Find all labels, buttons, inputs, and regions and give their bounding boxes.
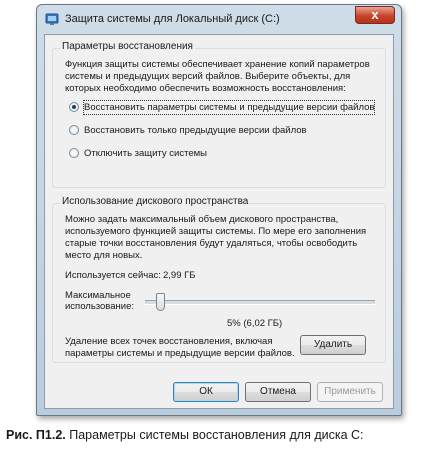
current-usage-label: Используется сейчас: <box>65 270 161 281</box>
restore-description-line: системы и предыдущих версий файлов. Выбе… <box>65 71 351 82</box>
disk-description-line: используемого функцией защиты системы. П… <box>65 226 367 237</box>
radio-label: Восстановить только предыдущие версии фа… <box>84 125 307 136</box>
max-usage-value: 5% (6,02 ГБ) <box>227 318 283 329</box>
delete-button[interactable]: Удалить <box>300 335 366 355</box>
apply-button[interactable]: Применить <box>317 382 383 402</box>
restore-description-line: Функция защиты системы обеспечивает хран… <box>65 59 370 70</box>
radio-button[interactable] <box>69 148 79 158</box>
restore-settings-group: Параметры восстановления Функция защиты … <box>52 41 386 188</box>
cancel-button[interactable]: Отмена <box>245 382 311 402</box>
system-protection-icon <box>45 13 59 25</box>
ok-button[interactable]: ОК <box>173 382 239 402</box>
restore-group-label: Параметры восстановления <box>60 41 195 52</box>
apply-button-label: Применить <box>324 386 376 397</box>
current-usage-value: 2,99 ГБ <box>163 270 196 281</box>
disk-group-label: Использование дискового пространства <box>60 196 251 207</box>
radio-restore-files-only[interactable]: Восстановить только предыдущие версии фа… <box>69 124 369 138</box>
disk-description-line: место для новых. <box>65 250 143 261</box>
figure-caption-number: Рис. П1.2. <box>6 428 66 442</box>
title-bar[interactable]: Защита системы для Локальный диск (C:) x <box>37 5 401 33</box>
slider-track[interactable] <box>145 300 375 305</box>
system-protection-dialog: Защита системы для Локальный диск (C:) x… <box>36 4 402 416</box>
delete-button-label: Удалить <box>313 339 353 350</box>
max-usage-slider[interactable] <box>145 292 375 312</box>
max-usage-label: использование: <box>65 301 135 312</box>
figure-caption-text: Параметры системы восстановления для дис… <box>65 428 364 442</box>
close-button[interactable]: x <box>355 6 395 24</box>
disk-usage-group: Использование дискового пространства Мож… <box>52 196 386 363</box>
radio-restore-settings-and-files[interactable]: Восстановить параметры системы и предыду… <box>69 100 376 115</box>
delete-description-line: Удаление всех точек восстановления, вклю… <box>65 336 273 347</box>
radio-button[interactable] <box>69 125 79 135</box>
radio-label: Восстановить параметры системы и предыду… <box>82 100 376 115</box>
ok-button-label: ОК <box>199 386 213 397</box>
radio-label: Отключить защиту системы <box>84 148 207 159</box>
window-title: Защита системы для Локальный диск (C:) <box>65 13 280 25</box>
delete-description-line: параметры системы и предыдущие версии фа… <box>65 348 295 359</box>
disk-description-line: Можно задать максимальный объем дисковог… <box>65 214 339 225</box>
slider-thumb[interactable] <box>156 293 165 311</box>
disk-description-line: старые точки восстановления будут удалят… <box>65 238 358 249</box>
dialog-client-area: Параметры восстановления Функция защиты … <box>44 34 394 409</box>
restore-description-line: которых необходимо обеспечить возможност… <box>65 83 346 94</box>
close-icon: x <box>371 7 379 22</box>
radio-button-checked[interactable] <box>69 102 79 112</box>
radio-disable-protection[interactable]: Отключить защиту системы <box>69 147 369 161</box>
cancel-button-label: Отмена <box>260 386 296 397</box>
figure-caption: Рис. П1.2. Параметры системы восстановле… <box>6 428 364 442</box>
